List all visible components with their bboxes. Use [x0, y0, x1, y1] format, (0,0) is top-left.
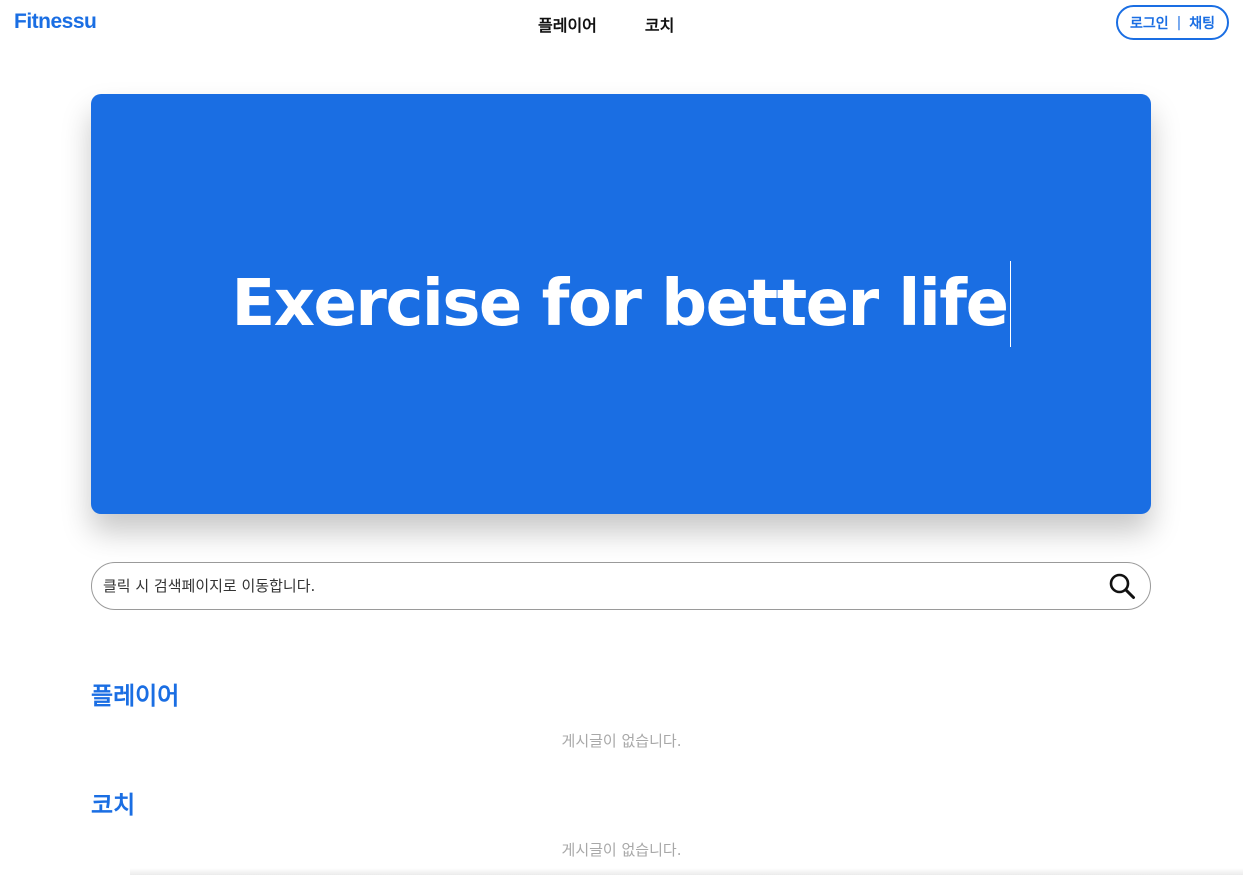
empty-message-coach: 게시글이 없습니다.: [561, 841, 682, 859]
search-icon[interactable]: [1108, 572, 1136, 600]
section-title-player: 플레이어: [91, 682, 180, 710]
footer-shadow: [130, 868, 1243, 875]
auth-separator: |: [1176, 14, 1182, 31]
logo[interactable]: Fitnessu: [14, 10, 97, 34]
search-bar[interactable]: [91, 562, 1151, 610]
search-input[interactable]: [101, 576, 1108, 596]
hero-title: Exercise for better life: [231, 267, 1009, 341]
chat-link[interactable]: 채팅: [1189, 13, 1215, 33]
typing-caret: [1009, 261, 1011, 347]
nav-item-coach[interactable]: 코치: [645, 12, 674, 36]
section-title-coach: 코치: [91, 791, 136, 819]
header: Fitnessu 플레이어 코치 로그인 | 채팅: [0, 0, 1243, 46]
auth-pill: 로그인 | 채팅: [1116, 5, 1229, 40]
login-link[interactable]: 로그인: [1130, 13, 1169, 33]
hero-banner: Exercise for better life: [91, 94, 1151, 514]
main-nav: 플레이어 코치: [538, 12, 674, 36]
nav-item-player[interactable]: 플레이어: [538, 12, 597, 36]
empty-message-player: 게시글이 없습니다.: [561, 732, 682, 750]
hero-title-wrap: Exercise for better life: [231, 261, 1011, 347]
